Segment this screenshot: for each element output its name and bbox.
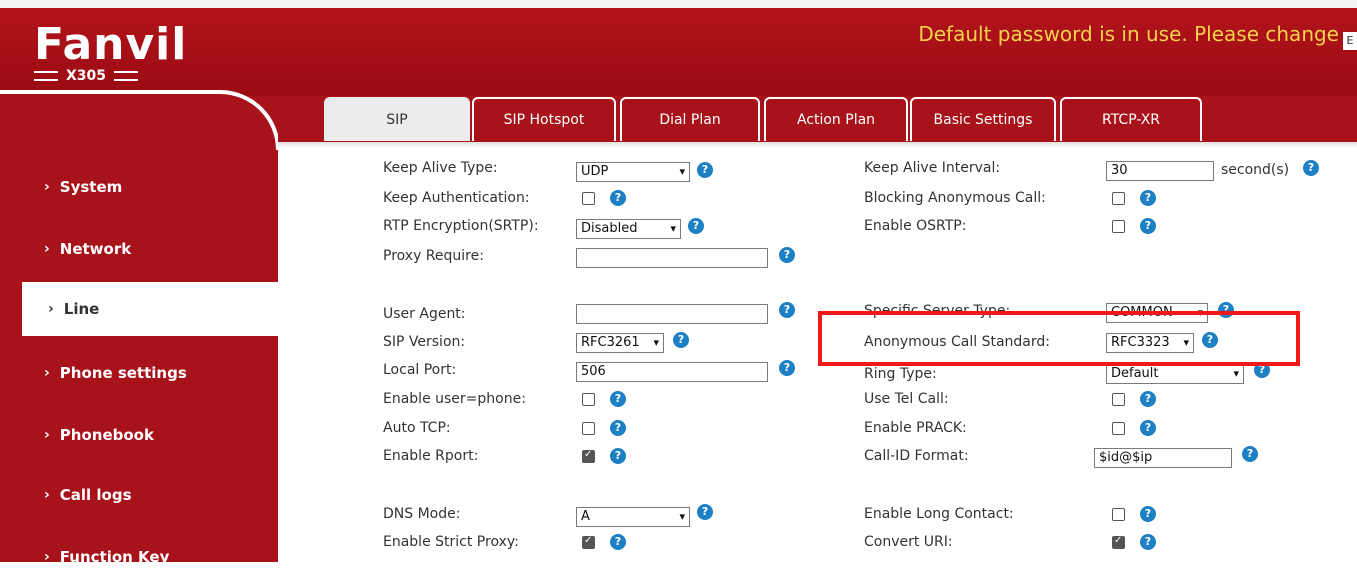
sip-version-select[interactable]: RFC3261 ▾	[576, 333, 664, 353]
help-icon[interactable]: ?	[779, 302, 795, 318]
help-icon[interactable]: ?	[610, 391, 626, 407]
sidebar-item-network[interactable]: › Network	[0, 222, 278, 276]
dns-mode-label: DNS Mode:	[383, 506, 461, 522]
tab-sip-hotspot[interactable]: SIP Hotspot	[472, 97, 616, 141]
dns-mode-select[interactable]: A ▾	[576, 507, 690, 527]
local-port-label: Local Port:	[383, 362, 457, 378]
enable-prack-label: Enable PRACK:	[864, 420, 967, 436]
proxy-require-label: Proxy Require:	[383, 248, 484, 264]
keep-alive-interval-field[interactable]: 30	[1106, 161, 1214, 181]
enable-rport-label: Enable Rport:	[383, 448, 479, 464]
convert-uri-checkbox[interactable]	[1112, 535, 1125, 549]
chevron-down-icon: ▾	[679, 165, 685, 178]
keep-authentication-label: Keep Authentication:	[383, 190, 530, 206]
tab-sip[interactable]: SIP	[324, 97, 470, 141]
keep-alive-interval-unit: second(s)	[1221, 162, 1290, 178]
call-id-format-field[interactable]: $id@$ip	[1094, 448, 1232, 468]
enable-rport-checkbox[interactable]	[582, 449, 595, 463]
chevron-right-icon: ›	[44, 487, 50, 503]
sidebar-item-call-logs[interactable]: › Call logs	[0, 468, 278, 522]
tab-dial-plan[interactable]: Dial Plan	[620, 97, 760, 141]
brand-name: Fanvil	[34, 19, 188, 70]
blocking-anonymous-call-label: Blocking Anonymous Call:	[864, 190, 1046, 206]
chevron-down-icon: ▾	[670, 222, 676, 235]
user-agent-field[interactable]	[576, 304, 768, 324]
help-icon[interactable]: ?	[1140, 391, 1156, 407]
rtp-encryption-select[interactable]: Disabled ▾	[576, 219, 681, 239]
enable-user-phone-checkbox[interactable]	[582, 393, 595, 406]
help-icon[interactable]: ?	[688, 218, 704, 234]
keep-alive-interval-label: Keep Alive Interval:	[864, 160, 1001, 176]
help-icon[interactable]: ?	[1140, 190, 1156, 206]
chevron-down-icon: ▾	[653, 336, 659, 349]
chevron-right-icon: ›	[44, 179, 50, 195]
chevron-right-icon: ›	[44, 427, 50, 443]
sip-version-label: SIP Version:	[383, 334, 466, 350]
help-icon[interactable]: ?	[1303, 160, 1319, 176]
keep-alive-type-select[interactable]: UDP ▾	[576, 162, 690, 182]
enable-user-phone-label: Enable user=phone:	[383, 391, 526, 407]
tab-basic-settings[interactable]: Basic Settings	[910, 97, 1056, 141]
help-icon[interactable]: ?	[697, 504, 713, 520]
logo-bar-left	[34, 71, 58, 81]
sidebar-item-system[interactable]: › System	[0, 160, 278, 214]
use-tel-call-checkbox[interactable]	[1112, 393, 1125, 406]
chevron-right-icon: ›	[44, 241, 50, 257]
blocking-anonymous-call-checkbox[interactable]	[1112, 192, 1125, 205]
help-icon[interactable]: ?	[610, 534, 626, 550]
convert-uri-label: Convert URI:	[864, 534, 953, 550]
language-select[interactable]: E	[1343, 32, 1357, 50]
tab-bar-divider	[278, 142, 1357, 148]
user-agent-label: User Agent:	[383, 306, 466, 322]
help-icon[interactable]: ?	[610, 420, 626, 436]
help-icon[interactable]: ?	[1140, 534, 1156, 550]
rtp-encryption-label: RTP Encryption(SRTP):	[383, 218, 539, 234]
enable-long-contact-label: Enable Long Contact:	[864, 506, 1014, 522]
chevron-right-icon: ›	[48, 301, 54, 317]
help-icon[interactable]: ?	[1140, 218, 1156, 234]
auto-tcp-label: Auto TCP:	[383, 420, 451, 436]
default-password-warning: Default password is in use. Please chang…	[918, 22, 1339, 46]
enable-osrtp-checkbox[interactable]	[1112, 220, 1125, 233]
help-icon[interactable]: ?	[697, 162, 713, 178]
keep-alive-type-label: Keep Alive Type:	[383, 160, 498, 176]
enable-strict-proxy-checkbox[interactable]	[582, 535, 595, 549]
sidebar-curve	[0, 90, 280, 150]
chevron-right-icon: ›	[44, 365, 50, 381]
fanvil-logo: Fanvil X305	[34, 22, 187, 84]
help-icon[interactable]: ?	[779, 360, 795, 376]
keep-authentication-checkbox[interactable]	[582, 192, 595, 205]
highlight-annotation-box	[818, 311, 1300, 366]
proxy-require-field[interactable]	[576, 248, 768, 268]
help-icon[interactable]: ?	[1140, 420, 1156, 436]
sidebar-item-function-key[interactable]: › Function Key	[0, 530, 278, 584]
enable-long-contact-checkbox[interactable]	[1112, 508, 1125, 521]
tab-rtcp-xr[interactable]: RTCP-XR	[1060, 97, 1202, 141]
use-tel-call-label: Use Tel Call:	[864, 391, 949, 407]
local-port-field[interactable]: 506	[576, 362, 768, 382]
model-name: X305	[66, 68, 107, 84]
help-icon[interactable]: ?	[610, 448, 626, 464]
tab-action-plan[interactable]: Action Plan	[764, 97, 908, 141]
help-icon[interactable]: ?	[1242, 446, 1258, 462]
header-bar: Fanvil X305 Default password is in use. …	[0, 0, 1357, 96]
sidebar-item-phonebook[interactable]: › Phonebook	[0, 408, 278, 462]
enable-osrtp-label: Enable OSRTP:	[864, 218, 967, 234]
help-icon[interactable]: ?	[610, 190, 626, 206]
help-icon[interactable]: ?	[779, 247, 795, 263]
chevron-right-icon: ›	[44, 549, 50, 565]
sidebar-item-line[interactable]: › Line	[22, 282, 278, 336]
sidebar-item-phone-settings[interactable]: › Phone settings	[0, 346, 278, 400]
chevron-down-icon: ▾	[679, 510, 685, 523]
enable-prack-checkbox[interactable]	[1112, 422, 1125, 435]
help-icon[interactable]: ?	[1140, 506, 1156, 522]
ring-type-select[interactable]: Default ▾	[1106, 364, 1244, 384]
chevron-down-icon: ▾	[1233, 367, 1239, 380]
help-icon[interactable]: ?	[673, 332, 689, 348]
logo-bar-right	[114, 71, 139, 81]
auto-tcp-checkbox[interactable]	[582, 422, 595, 435]
enable-strict-proxy-label: Enable Strict Proxy:	[383, 534, 519, 550]
call-id-format-label: Call-ID Format:	[864, 448, 969, 464]
ring-type-label: Ring Type:	[864, 366, 937, 382]
